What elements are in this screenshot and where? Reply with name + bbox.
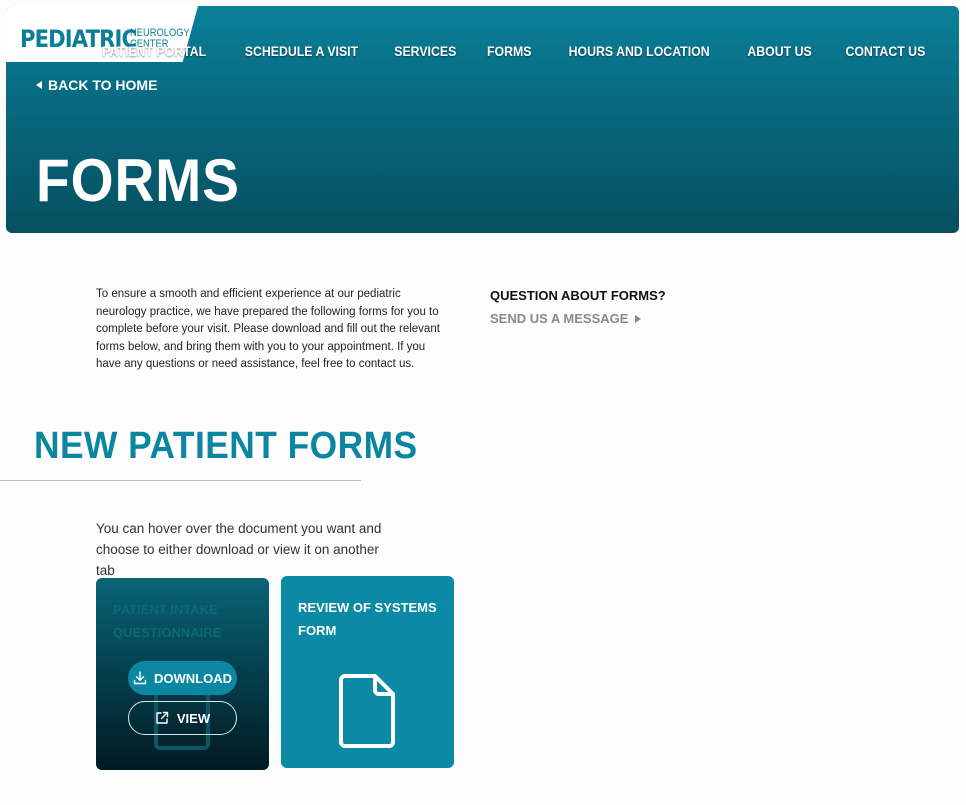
main-nav: PATIENT PORTAL SCHEDULE A VISIT SERVICES… bbox=[95, 43, 931, 59]
back-to-home-link[interactable]: BACK TO HOME bbox=[36, 77, 157, 93]
arrow-left-icon bbox=[36, 81, 42, 89]
section-divider bbox=[0, 480, 361, 481]
external-link-icon bbox=[156, 711, 169, 724]
back-to-home-label: BACK TO HOME bbox=[48, 77, 158, 93]
nav-services[interactable]: SERVICES bbox=[394, 43, 456, 59]
nav-contact-us[interactable]: CONTACT US bbox=[846, 43, 926, 59]
form-card-patient-intake[interactable]: PATIENT INTAKE QUESTIONNAIRE DOWNLOAD VI… bbox=[96, 578, 269, 770]
download-label: DOWNLOAD bbox=[154, 670, 232, 686]
form-card-title: REVIEW OF SYSTEMS FORM bbox=[298, 600, 437, 638]
download-icon bbox=[133, 671, 147, 685]
section-title: NEW PATIENT FORMS bbox=[34, 425, 418, 467]
view-label: VIEW bbox=[176, 710, 211, 726]
nav-hours-and-location[interactable]: HOURS AND LOCATION bbox=[569, 43, 710, 59]
hover-hint-text: You can hover over the document you want… bbox=[96, 521, 382, 578]
send-message-label: SEND US A MESSAGE bbox=[490, 311, 629, 326]
page-title: FORMS bbox=[36, 147, 240, 214]
nav-schedule-a-visit[interactable]: SCHEDULE A VISIT bbox=[245, 43, 358, 59]
send-message-link[interactable]: SEND US A MESSAGE bbox=[490, 311, 642, 326]
nav-forms[interactable]: FORMS bbox=[487, 43, 531, 59]
form-card-title: PATIENT INTAKE QUESTIONNAIRE bbox=[113, 602, 222, 640]
question-heading: QUESTION ABOUT FORMS? bbox=[490, 288, 666, 303]
intro-text: To ensure a smooth and efficient experie… bbox=[96, 288, 440, 371]
nav-about-us[interactable]: ABOUT US bbox=[748, 43, 812, 59]
nav-patient-portal[interactable]: PATIENT PORTAL bbox=[102, 43, 206, 59]
hero-banner: PEDIATRIC NEUROLOGY CENTER PATIENT PORTA… bbox=[6, 6, 959, 233]
form-card-review-of-systems[interactable]: REVIEW OF SYSTEMS FORM bbox=[281, 576, 454, 768]
view-button[interactable]: VIEW bbox=[128, 701, 237, 735]
arrow-right-icon bbox=[635, 314, 642, 323]
download-button[interactable]: DOWNLOAD bbox=[128, 661, 237, 695]
document-icon bbox=[339, 674, 395, 748]
